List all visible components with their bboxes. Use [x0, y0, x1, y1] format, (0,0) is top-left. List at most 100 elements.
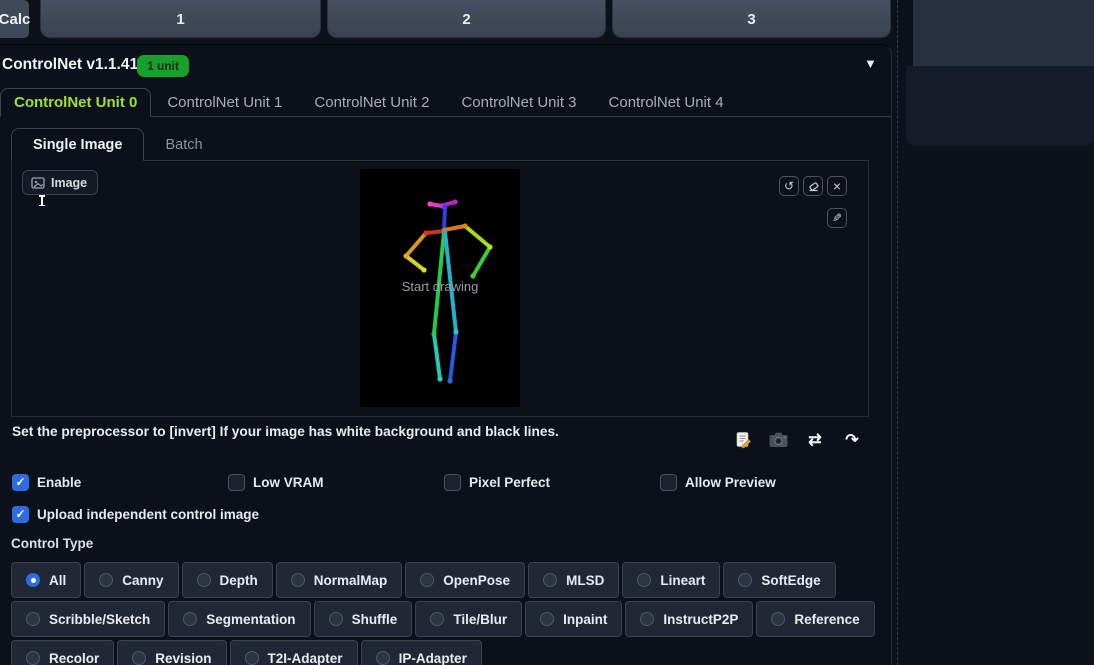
control-type-revision[interactable]: Revision	[117, 640, 227, 665]
pose-canvas[interactable]: Start drawing	[360, 169, 520, 407]
control-type-depth[interactable]: Depth	[181, 562, 273, 598]
image-label-chip: Image	[22, 170, 99, 195]
low-vram-checkbox[interactable]: Low VRAM	[228, 473, 324, 491]
unit-tabbar: ControlNet Unit 0 ControlNet Unit 1 Cont…	[0, 88, 740, 117]
radio-icon	[540, 612, 555, 626]
control-type-shuffle[interactable]: Shuffle	[313, 601, 413, 637]
batch-tab-3-label: 3	[747, 11, 756, 28]
enable-label: Enable	[37, 474, 82, 490]
radio-icon	[26, 612, 40, 626]
low-vram-label: Low VRAM	[253, 474, 324, 490]
control-type-openpose[interactable]: OpenPose	[405, 562, 526, 598]
controlnet-extension-panel: Calc 1 2 3 ControlNet v1.1.410 1 unit ▼ …	[0, 0, 1094, 665]
brush-button[interactable]: ✎	[827, 208, 847, 228]
control-type-lineart[interactable]: Lineart	[622, 562, 721, 598]
chip-label: Scribble/Sketch	[49, 611, 151, 627]
chip-label: OpenPose	[443, 572, 511, 588]
control-type-recolor[interactable]: Recolor	[11, 640, 115, 665]
allow-preview-checkbox-box[interactable]	[660, 473, 677, 491]
send-dimensions-button[interactable]: ↷	[842, 430, 862, 450]
low-vram-checkbox-box[interactable]	[228, 473, 245, 491]
tab-controlnet-unit-4-label: ControlNet Unit 4	[608, 94, 724, 111]
eraser-button[interactable]	[803, 176, 823, 196]
image-icon	[31, 176, 45, 189]
collapse-caret-icon[interactable]: ▼	[864, 56, 877, 71]
control-type-row-1: All Canny Depth NormalMap OpenPose MLSD …	[11, 562, 836, 598]
control-type-ip-adapter[interactable]: IP-Adapter	[360, 640, 482, 665]
tab-controlnet-unit-4[interactable]: ControlNet Unit 4	[593, 88, 740, 117]
pixel-perfect-checkbox[interactable]: Pixel Perfect	[444, 473, 550, 491]
side-gallery-panel-bottom	[906, 66, 1094, 146]
undo-icon: ↺	[783, 179, 795, 193]
control-type-normalmap[interactable]: NormalMap	[275, 562, 403, 598]
control-type-inpaint[interactable]: Inpaint	[525, 601, 623, 637]
chip-label: Canny	[122, 572, 164, 588]
control-type-softedge[interactable]: SoftEdge	[723, 562, 836, 598]
enable-checkbox-box[interactable]	[12, 473, 29, 491]
resize-divider[interactable]	[897, 0, 898, 665]
undo-button[interactable]: ↺	[779, 176, 799, 196]
mirror-webcam-button[interactable]: ⇄	[805, 430, 825, 450]
radio-icon	[244, 651, 259, 665]
new-canvas-button[interactable]	[733, 430, 753, 450]
radio-icon	[99, 573, 114, 587]
tab-controlnet-unit-2[interactable]: ControlNet Unit 2	[298, 88, 445, 117]
upload-independent-checkbox-box[interactable]	[12, 505, 29, 523]
control-type-reference[interactable]: Reference	[756, 601, 875, 637]
pixel-perfect-label: Pixel Perfect	[469, 474, 551, 490]
chip-label: IP-Adapter	[398, 650, 467, 665]
upload-independent-checkbox[interactable]: Upload independent control image	[12, 505, 259, 523]
control-type-segmentation[interactable]: Segmentation	[168, 601, 311, 637]
tab-controlnet-unit-1[interactable]: ControlNet Unit 1	[151, 88, 298, 117]
text-cursor	[39, 195, 45, 206]
batch-tab-2[interactable]: 2	[327, 0, 606, 38]
allow-preview-checkbox[interactable]: Allow Preview	[660, 473, 776, 491]
chip-label: Revision	[155, 650, 212, 665]
chip-label: All	[49, 572, 67, 588]
allow-preview-label: Allow Preview	[685, 474, 776, 490]
chip-label: Segmentation	[206, 611, 296, 627]
upload-independent-label: Upload independent control image	[37, 506, 260, 522]
control-type-t2i-adapter[interactable]: T2I-Adapter	[229, 640, 358, 665]
image-tabbar: Single Image Batch	[11, 128, 224, 161]
chip-label: Recolor	[49, 650, 100, 665]
radio-icon	[132, 651, 147, 665]
tab-batch-label: Batch	[165, 136, 203, 153]
batch-tab-2-label: 2	[462, 11, 471, 28]
radio-icon	[420, 573, 435, 587]
control-type-scribble-sketch[interactable]: Scribble/Sketch	[11, 601, 166, 637]
tab-controlnet-unit-0[interactable]: ControlNet Unit 0	[0, 88, 152, 117]
control-type-mlsd[interactable]: MLSD	[528, 562, 620, 598]
radio-icon	[375, 651, 390, 665]
close-icon: ×	[832, 178, 842, 194]
webcam-button[interactable]	[768, 430, 788, 450]
control-type-canny[interactable]: Canny	[84, 562, 179, 598]
batch-tab-3[interactable]: 3	[612, 0, 891, 38]
calc-tab[interactable]: Calc	[0, 0, 31, 38]
brush-icon: ✎	[831, 211, 843, 225]
radio-icon	[640, 612, 655, 626]
chip-label: T2I-Adapter	[267, 650, 343, 665]
chip-label: NormalMap	[313, 572, 388, 588]
batch-tab-1-label: 1	[176, 11, 185, 28]
calc-tab-label: Calc	[0, 10, 31, 28]
tab-single-image[interactable]: Single Image	[11, 128, 145, 161]
tab-batch[interactable]: Batch	[144, 128, 223, 161]
side-gallery-panel-top	[913, 0, 1094, 66]
webcam-icon	[769, 432, 787, 447]
tab-controlnet-unit-3[interactable]: ControlNet Unit 3	[445, 88, 592, 117]
canvas-hint: Start drawing	[401, 279, 479, 294]
batch-tab-1[interactable]: 1	[40, 0, 321, 38]
control-type-instructp2p[interactable]: InstructP2P	[625, 601, 754, 637]
controlnet-title[interactable]: ControlNet v1.1.410	[2, 56, 147, 74]
control-type-all[interactable]: All	[11, 562, 82, 598]
control-type-tile-blur[interactable]: Tile/Blur	[415, 601, 523, 637]
enable-checkbox[interactable]: Enable	[12, 473, 81, 491]
unit-count-badge: 1 unit	[137, 55, 189, 77]
pixel-perfect-checkbox-box[interactable]	[444, 473, 461, 491]
radio-icon	[543, 573, 558, 587]
chip-label: Lineart	[660, 572, 706, 588]
clear-button[interactable]: ×	[827, 176, 847, 196]
chip-label: Depth	[219, 572, 258, 588]
chip-label: Reference	[794, 611, 860, 627]
